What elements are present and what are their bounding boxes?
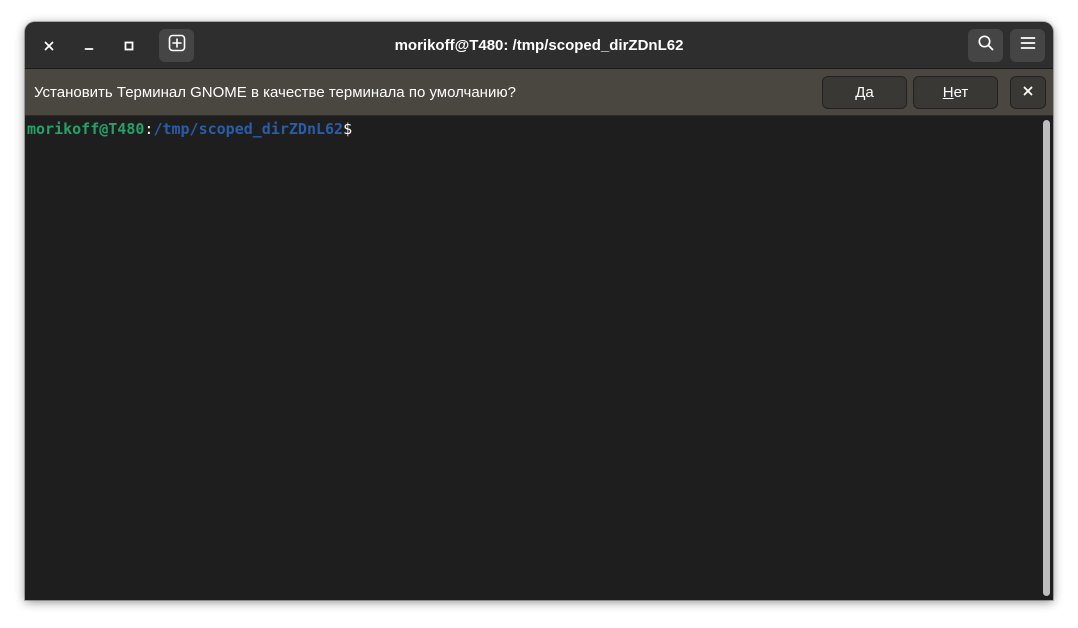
new-tab-button[interactable]: [159, 29, 194, 62]
close-icon: [43, 40, 55, 52]
maximize-icon: [123, 40, 135, 52]
terminal-area[interactable]: morikoff@T480:/tmp/scoped_dirZDnL62$: [25, 116, 1053, 600]
terminal-window: morikoff@T480: /tmp/scoped_dirZDnL62 Уст…: [25, 22, 1053, 600]
no-button[interactable]: Нет: [913, 76, 998, 109]
main-menu-button[interactable]: [1010, 29, 1045, 62]
close-icon: [1022, 77, 1034, 108]
headerbar: morikoff@T480: /tmp/scoped_dirZDnL62: [25, 22, 1053, 69]
no-label-rest: ет: [953, 84, 969, 101]
plus-square-icon: [168, 34, 186, 57]
yes-mnemonic: Д: [855, 84, 866, 101]
prompt-path: /tmp/scoped_dirZDnL62: [153, 120, 344, 138]
minimize-window-button[interactable]: [77, 34, 101, 58]
close-window-button[interactable]: [37, 34, 61, 58]
window-title: morikoff@T480: /tmp/scoped_dirZDnL62: [394, 37, 684, 54]
yes-button[interactable]: Да: [822, 76, 907, 109]
scrollbar[interactable]: [1043, 120, 1050, 596]
close-infobar-button[interactable]: [1010, 76, 1046, 109]
hamburger-menu-icon: [1020, 35, 1036, 56]
prompt-user-host: morikoff@T480: [27, 120, 145, 138]
yes-label-rest: а: [865, 84, 874, 101]
shell-prompt: morikoff@T480:/tmp/scoped_dirZDnL62$: [27, 119, 352, 139]
maximize-window-button[interactable]: [117, 34, 141, 58]
search-button[interactable]: [968, 29, 1003, 62]
minimize-icon: [83, 40, 95, 52]
prompt-symbol: $: [343, 120, 353, 138]
infobar-message: Установить Терминал GNOME в качестве тер…: [34, 84, 516, 101]
default-terminal-infobar: Установить Терминал GNOME в качестве тер…: [25, 69, 1053, 116]
search-icon: [977, 34, 995, 57]
no-mnemonic: Н: [942, 84, 954, 101]
